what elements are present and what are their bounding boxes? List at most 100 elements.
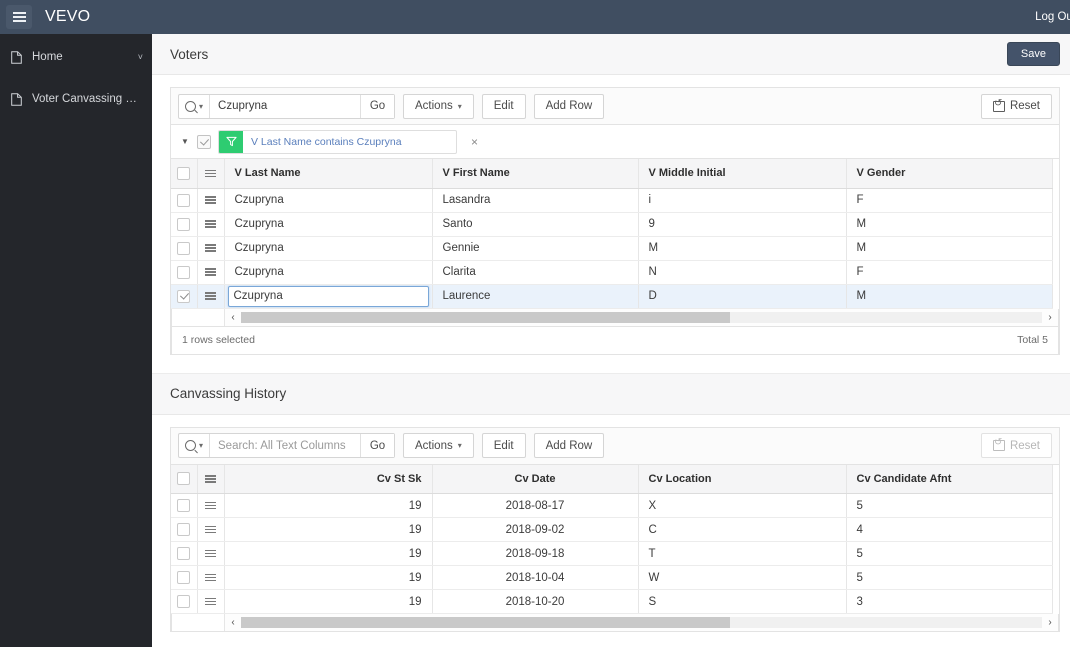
canvassing-cell-2-2[interactable]: T [638,541,847,566]
canvassing-cell-4-3[interactable]: 3 [846,589,1053,614]
voters-hscroll-track[interactable] [241,311,1042,323]
canvassing-hscrollbar[interactable]: ‹ › [171,614,1059,632]
canvassing-cell-3-3[interactable]: 5 [846,565,1053,590]
table-row[interactable]: LaurenceDM [171,284,1053,309]
voters-cell-3-2[interactable]: N [638,260,847,285]
row-actions-icon[interactable] [205,475,216,483]
voters-cell-0-3[interactable]: F [846,188,1053,213]
voters-hscroll-left-arrow[interactable]: ‹ [225,309,241,326]
canvassing-col-2[interactable]: Cv Location [638,464,847,494]
voters-cell-3-0[interactable]: Czupryna [224,260,433,285]
filter-collapse-icon[interactable]: ▼ [181,137,197,146]
canvassing-cell-4-2[interactable]: S [638,589,847,614]
canvassing-cell-0-1[interactable]: 2018-08-17 [432,493,639,518]
voters-col-2[interactable]: V Middle Initial [638,159,847,189]
voters-hscroll-right-arrow[interactable]: › [1042,309,1058,326]
voters-add-row-button[interactable]: Add Row [533,93,605,119]
sidebar-item-voter-canvassing-maint[interactable]: Voter Canvassing Maint… [0,85,152,113]
canvassing-cell-1-3[interactable]: 4 [846,517,1053,542]
table-row[interactable]: Czupryna Gennie M M [171,236,1053,261]
canvassing-cell-3-2[interactable]: W [638,565,847,590]
row-actions-icon[interactable] [205,573,216,582]
canvassing-col-3[interactable]: Cv Candidate Afnt [846,464,1053,494]
canvassing-cell-2-0[interactable]: 19 [224,541,433,566]
canvassing-col-0[interactable]: Cv St Sk [224,464,433,494]
voters-cell-0-2[interactable]: i [638,188,847,213]
row-actions-icon[interactable] [205,597,216,606]
row-actions-icon[interactable] [205,169,216,178]
canvassing-cell-3-1[interactable]: 2018-10-04 [432,565,639,590]
canvassing-add-row-button[interactable]: Add Row [533,433,605,458]
voters-filter-chip-text[interactable]: V Last Name contains Czupryna [243,136,410,148]
canvassing-row-checkbox[interactable] [177,523,191,536]
voters-cell-0-0[interactable]: Czupryna [224,188,433,213]
voters-row-checkbox[interactable] [177,265,191,279]
voters-go-button[interactable]: Go [360,94,395,118]
row-actions-icon[interactable] [205,292,216,300]
filter-enabled-checkbox[interactable] [197,134,211,149]
voters-cell-3-1[interactable]: Clarita [432,260,639,285]
hamburger-icon[interactable] [6,5,32,29]
canvassing-hscroll-left-arrow[interactable]: ‹ [225,614,241,631]
row-actions-icon[interactable] [205,268,216,276]
voters-cell-2-1[interactable]: Gennie [432,236,639,261]
voters-search-input[interactable] [210,94,361,118]
canvassing-edit-button[interactable]: Edit [481,433,526,458]
canvassing-cell-0-2[interactable]: X [638,493,847,518]
voters-select-all-checkbox[interactable] [177,166,191,180]
canvassing-col-1[interactable]: Cv Date [432,464,639,494]
canvassing-cell-0-3[interactable]: 5 [846,493,1053,518]
canvassing-hscroll-track[interactable] [241,617,1042,628]
table-row[interactable]: 19 2018-08-17 X 5 [171,493,1053,518]
voters-cell-1-0[interactable]: Czupryna [224,212,433,237]
canvassing-row-checkbox[interactable] [177,571,191,584]
canvassing-cell-1-2[interactable]: C [638,517,847,542]
table-row[interactable]: 19 2018-09-18 T 5 [171,541,1053,566]
canvassing-hscroll-right-arrow[interactable]: › [1042,614,1058,631]
voters-row-checkbox[interactable] [177,217,191,231]
voters-cell-0-1[interactable]: Lasandra [432,188,639,213]
chevron-down-icon[interactable]: ˅ [138,52,143,62]
voters-hscroll-thumb[interactable] [241,311,730,323]
voters-cell-4-2[interactable]: D [638,284,847,309]
canvassing-cell-3-0[interactable]: 19 [224,565,433,590]
row-actions-icon[interactable] [205,525,216,534]
voters-cell-4-1[interactable]: Laurence [432,284,639,309]
canvassing-search-input[interactable] [210,434,361,457]
voters-cell-4-0[interactable] [224,284,433,309]
table-row[interactable]: 19 2018-10-20 S 3 [171,589,1053,614]
canvassing-row-checkbox[interactable] [177,499,191,512]
voters-cell-3-3[interactable]: F [846,260,1053,285]
row-actions-icon[interactable] [205,549,216,558]
voters-col-1[interactable]: V First Name [432,159,639,189]
search-icon[interactable]: ▾ [179,434,211,457]
save-button[interactable]: Save [1006,42,1060,66]
canvassing-cell-2-3[interactable]: 5 [846,541,1053,566]
table-row[interactable]: Czupryna Lasandra i F [171,188,1053,213]
table-row[interactable]: Czupryna Clarita N F [171,260,1053,285]
canvassing-cell-4-1[interactable]: 2018-10-20 [432,589,639,614]
canvassing-cell-1-0[interactable]: 19 [224,517,433,542]
row-actions-icon[interactable] [205,220,216,228]
voters-cell-editor[interactable] [227,285,429,307]
canvassing-hscroll-thumb[interactable] [241,617,730,628]
canvassing-select-all-checkbox[interactable] [177,472,191,486]
voters-row-checkbox[interactable] [177,241,191,255]
voters-reset-button[interactable]: Reset [980,93,1052,119]
table-row[interactable]: Czupryna Santo 9 M [171,212,1053,237]
voters-cell-1-1[interactable]: Santo [432,212,639,237]
voters-col-3[interactable]: V Gender [846,159,1053,189]
funnel-icon[interactable] [219,130,243,153]
row-actions-icon[interactable] [205,501,216,510]
sidebar-item-home[interactable]: Home ˅ [0,43,152,71]
canvassing-go-button[interactable]: Go [360,434,395,457]
canvassing-actions-button[interactable]: Actions ▾ [403,433,474,458]
voters-cell-4-3[interactable]: M [846,284,1053,309]
voters-cell-2-3[interactable]: M [846,236,1053,261]
canvassing-cell-0-0[interactable]: 19 [224,493,433,518]
voters-cell-2-0[interactable]: Czupryna [224,236,433,261]
voters-row-checkbox[interactable] [177,289,191,303]
logout-link[interactable]: Log Out [1035,11,1070,23]
voters-col-0[interactable]: V Last Name [224,159,433,189]
filter-remove-icon[interactable]: × [471,135,478,149]
